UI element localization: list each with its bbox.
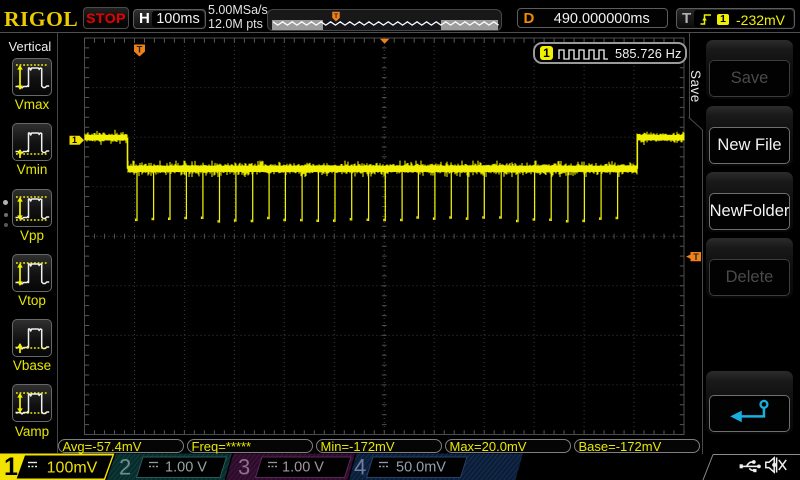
svg-text:3: 3: [238, 455, 250, 480]
svg-text:1.00 V: 1.00 V: [165, 460, 207, 476]
svg-text:1: 1: [72, 135, 77, 145]
svg-text:1: 1: [4, 453, 18, 480]
svg-text:2: 2: [119, 455, 131, 480]
svg-text:4: 4: [354, 455, 366, 480]
svg-text:T: T: [693, 252, 699, 262]
svg-text:1.00 V: 1.00 V: [282, 460, 324, 476]
svg-text:50.0mV: 50.0mV: [396, 460, 446, 476]
svg-text:100mV: 100mV: [47, 460, 98, 477]
svg-text:T: T: [137, 45, 143, 56]
